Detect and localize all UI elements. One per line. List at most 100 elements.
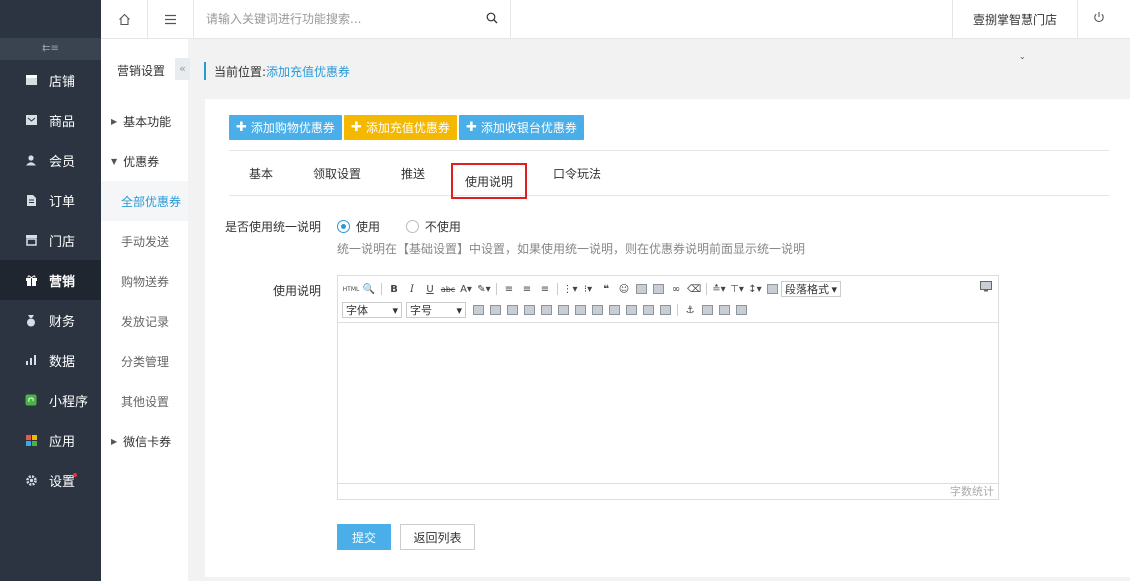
caret-right-icon: ▶	[111, 436, 118, 446]
strikethrough-icon[interactable]: abc	[441, 283, 455, 295]
tab-usage-instructions[interactable]: 使用说明	[451, 163, 528, 199]
tab-password-play[interactable]: 口令玩法	[553, 151, 601, 195]
delete-col-icon[interactable]	[626, 305, 637, 315]
home-icon[interactable]	[101, 0, 148, 38]
plus-icon: ✚	[351, 120, 362, 135]
align-center-icon[interactable]: ≡	[521, 283, 533, 295]
editor-toolbar: HTML 🔍 B I U abc A▾ ✎▾ ≡ ≡ ≡ ⋮▾ ⁝▾ ❝ ☺ ∞…	[338, 276, 998, 323]
insert-row-below-icon[interactable]	[524, 305, 535, 315]
secondary-menu: 营销设置 ▶ 基本功能 ▼ 优惠券 全部优惠券 手动发送 购物送券 发放记录 分类管理其…	[101, 39, 188, 581]
align-right-icon[interactable]: ≡	[539, 283, 551, 295]
sidebar-item-7[interactable]: 数据	[0, 340, 101, 380]
data-chart-icon	[24, 353, 38, 367]
underline-icon[interactable]: U	[424, 283, 436, 295]
chevron-down-icon[interactable]: ⌄	[1019, 52, 1026, 61]
miniprogram-icon	[24, 393, 38, 407]
sidebar-item-1[interactable]: 商品	[0, 100, 101, 140]
highlight-color-icon[interactable]: ✎▾	[477, 283, 490, 295]
power-logout-icon[interactable]	[1093, 11, 1105, 26]
radio-not-use[interactable]: 不使用	[405, 220, 461, 234]
merge-cells-icon[interactable]	[575, 305, 586, 315]
submenu-item-3[interactable]: 发放记录	[101, 301, 188, 341]
sidebar-item-3[interactable]: 订单	[0, 180, 101, 220]
top-bar: 壹捌掌智慧门店	[101, 0, 1130, 39]
tab-basic[interactable]: 基本	[249, 151, 273, 195]
link-icon[interactable]: ∞	[670, 283, 682, 295]
emoji-icon[interactable]: ☺	[618, 283, 630, 295]
hamburger-menu-icon[interactable]	[148, 0, 194, 38]
submit-button[interactable]: 提交	[337, 524, 391, 550]
sidebar-item-2[interactable]: 会员	[0, 140, 101, 180]
breadcrumb-current[interactable]: 添加充值优惠券	[266, 63, 350, 80]
page-break-icon[interactable]	[702, 305, 713, 315]
unordered-list-icon[interactable]: ⁝▾	[582, 283, 594, 295]
add-recharge-coupon-button[interactable]: ✚ 添加充值优惠券	[344, 115, 457, 140]
submenu-group-basic[interactable]: ▶ 基本功能	[101, 101, 188, 141]
sidebar-item-label: 店铺	[49, 74, 76, 90]
print-icon[interactable]	[719, 305, 730, 315]
sidebar-item-9[interactable]: 应用	[0, 420, 101, 460]
row-spacing-icon[interactable]: ↕▾	[748, 283, 761, 295]
table-style-icon[interactable]	[660, 305, 671, 315]
search-input[interactable]	[194, 0, 474, 38]
split-cells-icon[interactable]	[592, 305, 603, 315]
add-shopping-coupon-button[interactable]: ✚ 添加购物优惠券	[229, 115, 342, 140]
video-icon[interactable]	[653, 284, 664, 294]
menu-collapse-icon[interactable]: ⇇≡	[0, 38, 101, 60]
font-family-select[interactable]: 字体 ▾	[342, 302, 402, 318]
sidebar-item-4[interactable]: 门店	[0, 220, 101, 260]
indent-icon[interactable]	[767, 284, 778, 294]
fullscreen-icon[interactable]	[980, 281, 992, 295]
submenu-group-coupons[interactable]: ▼ 优惠券	[101, 141, 188, 181]
quote-icon[interactable]: ❝	[600, 283, 612, 295]
ordered-list-icon[interactable]: ⋮▾	[562, 283, 577, 295]
tab-push[interactable]: 推送	[401, 151, 425, 195]
submenu-item-5[interactable]: 其他设置	[101, 381, 188, 421]
breadcrumb-label: 当前位置:	[214, 64, 267, 79]
font-size-select[interactable]: 字号 ▾	[406, 302, 466, 318]
tab-claim-settings[interactable]: 领取设置	[313, 151, 361, 195]
toolbar-row-2: 字体 ▾ 字号 ▾ ⚓	[342, 301, 750, 319]
editor-content-area[interactable]	[338, 323, 998, 483]
preview-zoom-icon[interactable]: 🔍	[363, 283, 375, 295]
insert-table-icon[interactable]	[473, 305, 484, 315]
insert-col-left-icon[interactable]	[541, 305, 552, 315]
font-color-icon[interactable]: A▾	[460, 283, 472, 295]
drafts-icon[interactable]	[736, 305, 747, 315]
align-left-icon[interactable]: ≡	[503, 283, 515, 295]
anchor-icon[interactable]: ⚓	[684, 304, 696, 316]
line-height-icon[interactable]: ≛▾	[712, 283, 725, 295]
radio-use[interactable]: 使用	[337, 220, 380, 234]
table-props-icon[interactable]	[490, 305, 501, 315]
insert-row-above-icon[interactable]	[507, 305, 518, 315]
store-name[interactable]: 壹捌掌智慧门店	[952, 0, 1078, 38]
submenu-item-2[interactable]: 购物送券	[101, 261, 188, 301]
add-cashier-coupon-button[interactable]: ✚ 添加收银台优惠券	[459, 115, 584, 140]
submenu-group-wechat-cards[interactable]: ▶ 微信卡券	[101, 421, 188, 461]
button-label: 添加购物优惠券	[250, 121, 335, 135]
sidebar-item-6[interactable]: 财务	[0, 300, 101, 340]
back-to-list-button[interactable]: 返回列表	[400, 524, 475, 550]
sidebar-item-10[interactable]: 设置	[0, 460, 101, 500]
submenu-item-1[interactable]: 手动发送	[101, 221, 188, 261]
tab-bar: 基本 领取设置 推送 使用说明 口令玩法	[229, 150, 1109, 199]
member-icon	[24, 153, 38, 167]
delete-row-icon[interactable]	[609, 305, 620, 315]
sidebar-item-5[interactable]: 营销	[0, 260, 101, 300]
delete-table-icon[interactable]	[643, 305, 654, 315]
submenu-item-0[interactable]: 全部优惠券	[101, 181, 188, 221]
bold-icon[interactable]: B	[388, 283, 400, 295]
apps-icon	[24, 433, 38, 447]
image-icon[interactable]	[636, 284, 647, 294]
submenu-item-4[interactable]: 分类管理	[101, 341, 188, 381]
sidebar-item-0[interactable]: 店铺	[0, 60, 101, 100]
eraser-icon[interactable]: ⌫	[687, 283, 701, 295]
html-source-icon[interactable]: HTML	[343, 283, 360, 295]
insert-col-right-icon[interactable]	[558, 305, 569, 315]
collapse-submenu-icon[interactable]: «	[175, 58, 190, 80]
paragraph-spacing-icon[interactable]: ⊤▾	[730, 283, 744, 295]
italic-icon[interactable]: I	[406, 283, 418, 295]
paragraph-format-select[interactable]: 段落格式 ▾	[781, 281, 841, 297]
search-icon[interactable]	[486, 12, 498, 27]
sidebar-item-8[interactable]: 小程序	[0, 380, 101, 420]
